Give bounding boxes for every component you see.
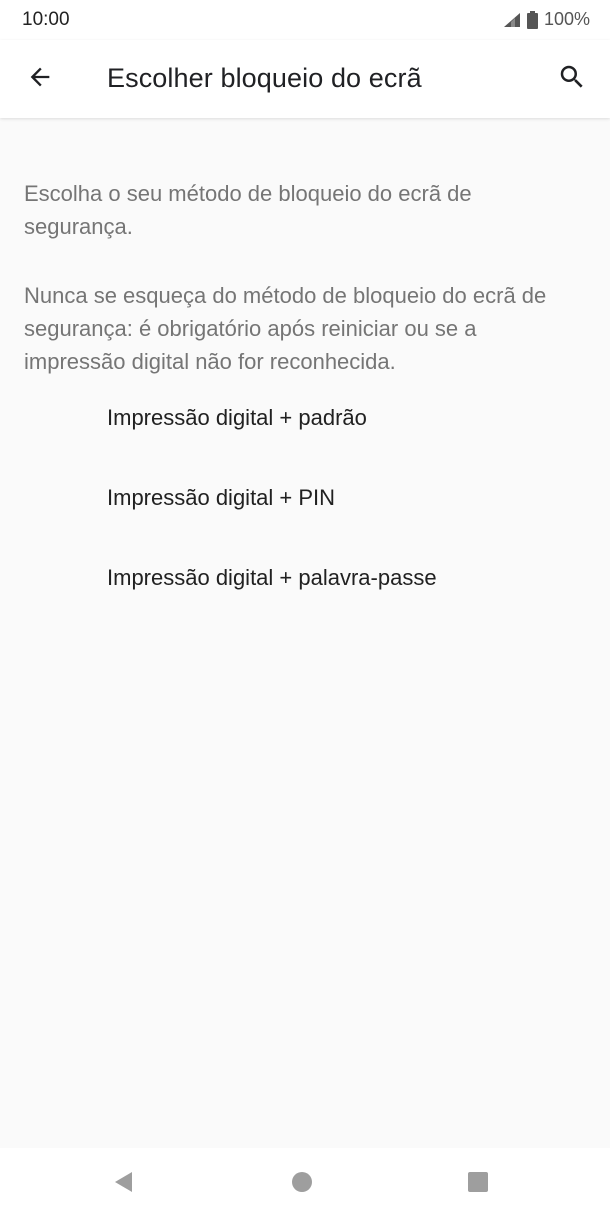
search-button[interactable] (546, 53, 598, 105)
navigation-bar (0, 1148, 610, 1220)
arrow-back-icon (26, 63, 54, 96)
description-text: Escolha o seu método de bloqueio do ecrã… (24, 181, 472, 239)
nav-home-button[interactable] (282, 1166, 322, 1202)
status-icons: 100% (503, 9, 590, 30)
app-bar: Escolher bloqueio do ecrã (0, 40, 610, 118)
nav-recents-icon (466, 1170, 490, 1199)
option-label: Impressão digital + PIN (107, 485, 336, 510)
nav-back-icon (112, 1170, 136, 1199)
status-time: 10:00 (22, 9, 70, 30)
back-button[interactable] (14, 53, 66, 105)
option-fingerprint-pattern[interactable]: Impressão digital + padrão (0, 378, 610, 458)
search-icon (557, 62, 587, 97)
status-bar: 10:00 100% (0, 0, 610, 40)
option-label: Impressão digital + padrão (107, 405, 367, 430)
page-title: Escolher bloqueio do ecrã (107, 63, 422, 93)
option-fingerprint-pin[interactable]: Impressão digital + PIN (0, 458, 610, 538)
option-fingerprint-password[interactable]: Impressão digital + palavra-passe (0, 538, 610, 618)
warning-text: Nunca se esqueça do método de bloqueio d… (24, 283, 547, 374)
signal-icon (503, 12, 521, 28)
nav-recents-button[interactable] (458, 1166, 498, 1202)
nav-back-button[interactable] (104, 1166, 144, 1202)
battery-icon (526, 10, 538, 29)
nav-home-icon (290, 1170, 314, 1199)
option-label: Impressão digital + palavra-passe (107, 565, 437, 590)
battery-percent: 100% (543, 9, 590, 29)
